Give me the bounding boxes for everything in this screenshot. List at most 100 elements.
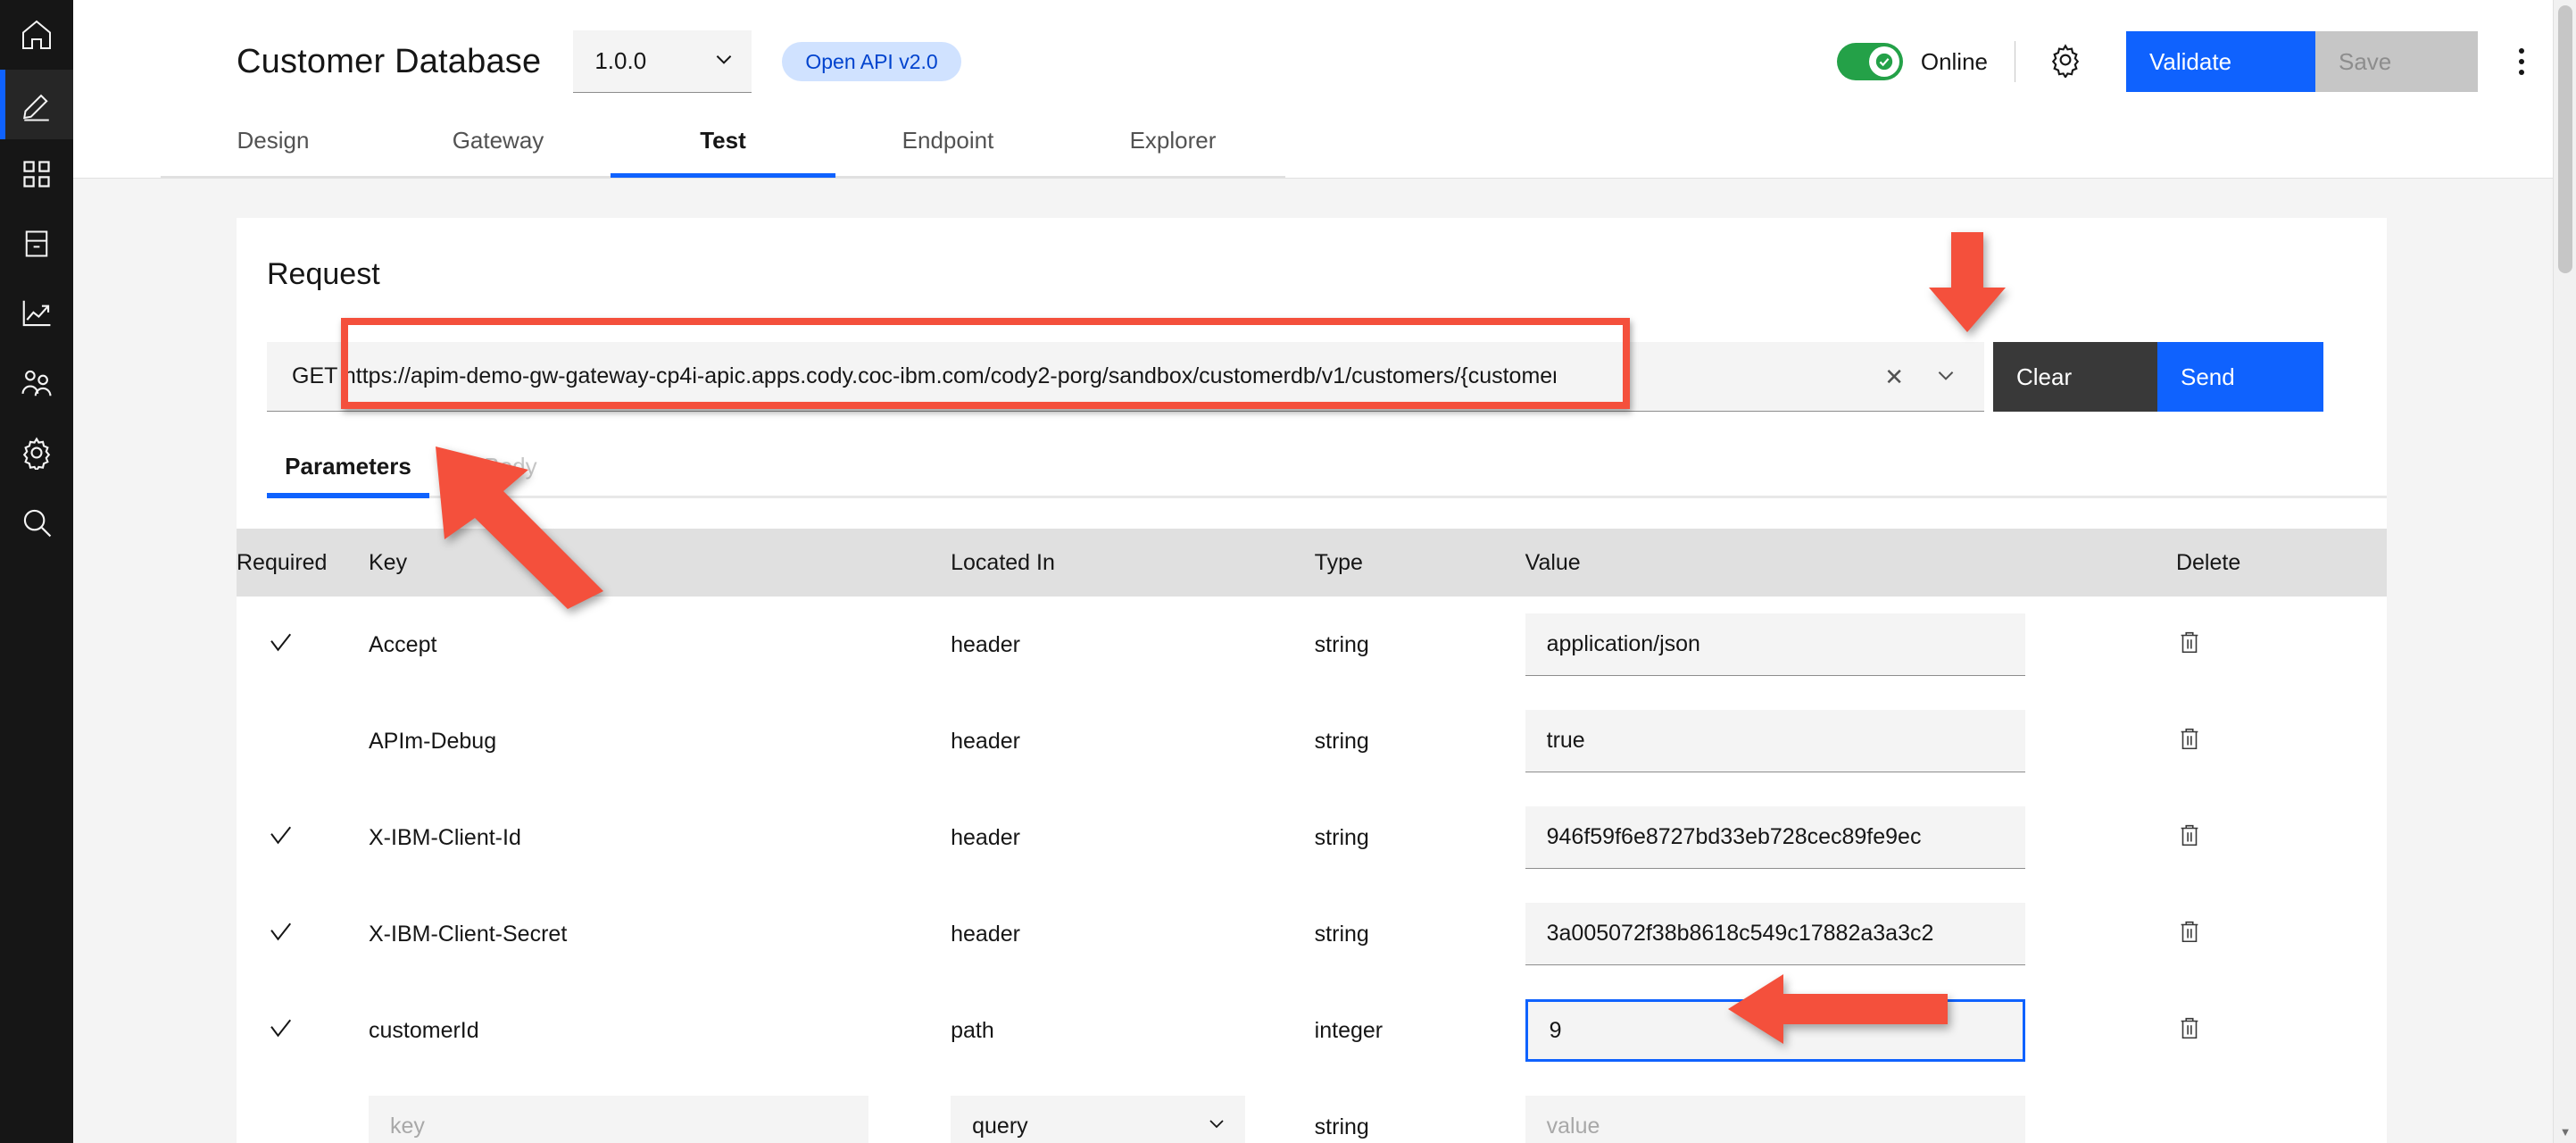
column-header-key: Key (369, 529, 951, 597)
sidebar-item-analytics[interactable] (0, 279, 73, 348)
header-actions: Online Validate Save (1837, 0, 2553, 123)
online-status-label: Online (1921, 48, 1988, 76)
overflow-menu-icon[interactable] (2490, 31, 2553, 92)
cell-delete (2176, 982, 2387, 1079)
tab-explorer[interactable]: Explorer (1060, 123, 1285, 179)
cell-located-in: path (951, 982, 1315, 1079)
new-located-in-value: query (972, 1114, 1028, 1139)
parameters-table-head: Required Key Located In Type Value Delet… (237, 529, 2387, 597)
subtab-parameters[interactable]: Parameters (267, 453, 429, 498)
table-row: Accept header string application/json (237, 597, 2387, 693)
scroll-down-arrow[interactable]: ▼ (2554, 1120, 2576, 1143)
page-title: Customer Database (237, 43, 541, 81)
header-settings-button[interactable] (2042, 38, 2089, 85)
new-parameter-row: key query (237, 1079, 2387, 1143)
trash-icon[interactable] (2176, 636, 2203, 661)
chart-line-icon (20, 296, 54, 330)
cell-delete (2176, 886, 2387, 982)
column-header-delete: Delete (2176, 529, 2387, 597)
send-button[interactable]: Send (2157, 342, 2323, 412)
trash-icon[interactable] (2176, 1022, 2203, 1047)
save-button[interactable]: Save (2315, 31, 2478, 92)
table-row: customerId path integer 9 (237, 982, 2387, 1079)
value-input[interactable]: application/json (1525, 613, 2025, 676)
table-row: X-IBM-Client-Secret header string 3a0050… (237, 886, 2387, 982)
request-url-input[interactable]: GET https://apim-demo-gw-gateway-cp4i-ap… (267, 342, 1556, 412)
cell-type: string (1315, 693, 1525, 789)
column-header-type: Type (1315, 529, 1525, 597)
users-icon (20, 366, 54, 400)
cell-type: string (1315, 789, 1525, 886)
tab-endpoint[interactable]: Endpoint (835, 123, 1060, 179)
clear-button[interactable]: Clear (1993, 342, 2157, 412)
checkmark-icon (267, 636, 294, 661)
tab-gateway[interactable]: Gateway (386, 123, 611, 179)
column-header-located-in: Located In (951, 529, 1315, 597)
tab-design[interactable]: Design (161, 123, 386, 179)
new-value-input[interactable]: value (1525, 1096, 2025, 1143)
cell-key: customerId (369, 982, 951, 1079)
main-area: Customer Database 1.0.0 Open API v2.0 (73, 0, 2576, 1143)
close-icon[interactable]: ✕ (1884, 365, 1904, 388)
table-row: APIm-Debug header string true (237, 693, 2387, 789)
app-root: Customer Database 1.0.0 Open API v2.0 (0, 0, 2576, 1143)
column-header-required: Required (237, 529, 369, 597)
request-url-controls: ✕ (1556, 342, 1984, 412)
subtab-body[interactable]: Body (429, 453, 592, 498)
request-card: Request GET https://apim-demo-gw-gateway… (237, 218, 2387, 1143)
cell-located-in: header (951, 789, 1315, 886)
version-value: 1.0.0 (594, 47, 646, 75)
version-select[interactable]: 1.0.0 (573, 30, 752, 93)
validate-button[interactable]: Validate (2126, 31, 2315, 92)
customerid-value-input[interactable]: 9 (1525, 999, 2025, 1062)
tab-test[interactable]: Test (611, 123, 835, 179)
app-header: Customer Database 1.0.0 Open API v2.0 (73, 0, 2576, 123)
column-header-value: Value (1525, 529, 2176, 597)
cell-key: Accept (369, 597, 951, 693)
cell-delete (2176, 597, 2387, 693)
cell-type: string (1315, 597, 1525, 693)
cell-delete (2176, 789, 2387, 886)
sidebar-item-home[interactable] (0, 0, 73, 70)
pencil-icon (19, 87, 54, 122)
new-key-input[interactable]: key (369, 1096, 868, 1143)
online-toggle-group: Online (1837, 43, 1988, 80)
trash-icon[interactable] (2176, 925, 2203, 950)
sidebar-item-catalog[interactable] (0, 209, 73, 279)
left-nav-rail (0, 0, 73, 1143)
scrollbar-thumb[interactable] (2558, 5, 2572, 273)
value-input[interactable]: 946f59f6e8727bd33eb728cec89fe9ec (1525, 806, 2025, 869)
home-icon (19, 17, 54, 53)
new-located-in-select[interactable]: query (951, 1096, 1245, 1143)
cell-located-in: header (951, 693, 1315, 789)
chevron-down-icon (712, 47, 735, 75)
sidebar-item-apps[interactable] (0, 139, 73, 209)
cell-delete (2176, 693, 2387, 789)
value-input[interactable]: true (1525, 710, 2025, 772)
online-toggle[interactable] (1837, 43, 1903, 80)
cell-type: string (1315, 886, 1525, 982)
cell-located-in: header (951, 886, 1315, 982)
gear-icon (20, 436, 54, 470)
value-input[interactable]: 3a005072f38b8618c549c17882a3a3c2 (1525, 903, 2025, 965)
cell-value: true (1525, 693, 2176, 789)
search-icon (20, 505, 54, 539)
parameters-table: Required Key Located In Type Value Delet… (237, 529, 2387, 1143)
cell-value: application/json (1525, 597, 2176, 693)
trash-icon[interactable] (2176, 732, 2203, 757)
cell-key: X-IBM-Client-Secret (369, 886, 951, 982)
sidebar-item-search[interactable] (0, 488, 73, 557)
sidebar-item-members[interactable] (0, 348, 73, 418)
checkmark-icon (267, 1022, 294, 1047)
cell-required (237, 597, 369, 693)
vertical-scrollbar[interactable]: ▲ ▼ (2553, 0, 2576, 1143)
chevron-down-icon[interactable] (1934, 363, 1957, 390)
trash-icon[interactable] (2176, 829, 2203, 854)
request-subtabs: Parameters Body (237, 453, 2387, 498)
gear-icon (2048, 42, 2083, 82)
cell-required (237, 886, 369, 982)
parameters-table-body: Accept header string application/json (237, 597, 2387, 1143)
sidebar-item-design[interactable] (0, 70, 73, 139)
cell-value: value (1525, 1079, 2176, 1143)
sidebar-item-settings[interactable] (0, 418, 73, 488)
